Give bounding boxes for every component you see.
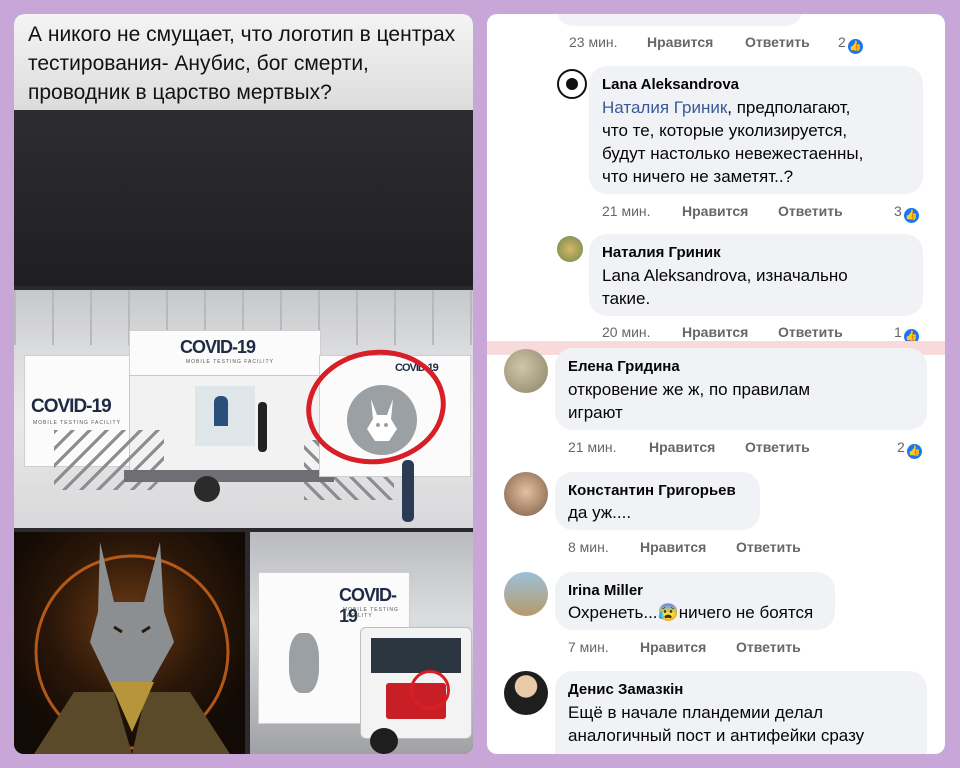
testing-facility-photo: COVID-19 MOBILE TESTING FACILITY COVID-1…	[14, 290, 473, 528]
comment-bubble: Денис Замазкін Ещё в начале пландемии де…	[555, 671, 927, 754]
worker-figure	[214, 396, 228, 426]
truck-windshield	[371, 638, 461, 673]
comment-time: 21 мин.	[602, 203, 651, 219]
comments-screenshot: 23 мин. Нравится Ответить 2 👍 Lana Aleksa…	[487, 14, 945, 754]
comment-author[interactable]: Елена Гридина	[568, 358, 680, 375]
like-link[interactable]: Нравится	[682, 203, 748, 219]
reply-link[interactable]: Ответить	[736, 539, 801, 555]
avatar[interactable]	[504, 472, 548, 516]
comment-line: откровение же ж, по правилам	[568, 380, 811, 399]
comment-line: будут настолько невежестаенны,	[602, 144, 864, 163]
like-link[interactable]: Нравится	[647, 34, 713, 50]
anxious-face-emoji-icon: 😰	[657, 603, 679, 622]
thumbs-up-icon: 👍	[903, 208, 919, 223]
reply-link[interactable]: Ответить	[736, 639, 801, 655]
meme-image: А никого не смущает, что логотип в центр…	[14, 14, 473, 754]
like-link[interactable]: Нравится	[682, 324, 748, 340]
person-figure	[258, 402, 267, 452]
comment-bubble: Irina Miller Охренеть...😰ничего не боятс…	[555, 572, 835, 630]
avatar[interactable]	[557, 236, 583, 262]
reaction-number: 3	[894, 203, 902, 219]
comment-meta-2: 20 мин.	[602, 324, 651, 340]
left-logo-sub: MOBILE TESTING FACILITY	[33, 420, 121, 426]
comment-meta-1: 21 мин.	[602, 203, 651, 219]
comment-text: Наталия Гриник, предполагают, что те, ко…	[602, 96, 917, 188]
truck-side-emblem	[289, 633, 319, 693]
caption-box: А никого не смущает, что логотип в центр…	[14, 14, 473, 110]
comment-text-end: ничего не боятся	[678, 603, 814, 622]
comment-bubble: Наталия Гриник Lana Aleksandrova, изнача…	[589, 234, 923, 316]
comment-meta-4: 8 мин.	[568, 539, 609, 555]
trailer-base	[124, 470, 334, 482]
comment-text-start: Охренеть...	[568, 603, 658, 622]
anubis-image	[14, 532, 245, 754]
truck-wheel	[370, 728, 398, 754]
reaction-number: 2	[838, 34, 846, 50]
like-link[interactable]: Нравится	[640, 639, 706, 655]
reply-link[interactable]: Ответить	[778, 203, 843, 219]
thumbs-up-icon: 👍	[906, 444, 922, 459]
comment-text: да уж....	[568, 503, 632, 522]
comment-text: откровение же ж, по правилам играют	[568, 378, 918, 424]
comment-text: Lana Aleksandrova, изначально такие.	[602, 264, 917, 310]
reply-link[interactable]: Ответить	[745, 439, 810, 455]
comment-line: что те, которые уколизируется,	[602, 121, 848, 140]
avatar[interactable]	[504, 671, 548, 715]
trailer-top-sign: COVID-19 MOBILE TESTING FACILITY	[129, 330, 321, 377]
trailer-logo-sub: MOBILE TESTING FACILITY	[186, 359, 274, 365]
comment-bubble: Lana Aleksandrova Наталия Гриник, предпо…	[589, 66, 923, 194]
comment-line: что ничего не заметят..?	[602, 167, 794, 186]
avatar-inner	[566, 78, 578, 90]
comment-bubble-partial	[557, 14, 802, 26]
truck-logo-sub: MOBILE TESTING FACILITY	[343, 607, 399, 619]
mobile-testing-truck-image: COVID-19 MOBILE TESTING FACILITY	[250, 532, 473, 754]
reaction-count: 2 👍	[838, 34, 863, 54]
comment-author[interactable]: Денис Замазкін	[568, 681, 683, 698]
meme-caption: А никого не смущает, что логотип в центр…	[28, 23, 456, 104]
comment-text: Ещё в начале пландемии делал аналогичный…	[568, 701, 923, 747]
comment-bubble: Елена Гридина откровение же ж, по правил…	[555, 348, 927, 430]
comment-time: 20 мин.	[602, 324, 651, 340]
thumbs-up-icon: 👍	[847, 39, 863, 54]
avatar[interactable]	[557, 69, 587, 99]
truck-logo: COVID-19	[339, 585, 397, 626]
comment-time: 23 мин.	[569, 34, 618, 50]
comment-meta-5: 7 мин.	[568, 639, 609, 655]
truck-red-circle	[410, 670, 450, 710]
like-link[interactable]: Нравится	[649, 439, 715, 455]
comment-author[interactable]: Lana Aleksandrova	[602, 76, 739, 93]
anubis-figure-icon	[34, 542, 230, 754]
reaction-number: 2	[897, 439, 905, 455]
dark-background	[14, 110, 473, 286]
comment-line: Ещё в начале пландемии делал	[568, 703, 823, 722]
comment-author[interactable]: Наталия Гриник	[602, 244, 721, 261]
comment-time: 7 мин.	[568, 639, 609, 655]
comment-time: 8 мин.	[568, 539, 609, 555]
comment-author[interactable]: Константин Григорьев	[568, 482, 736, 499]
comment-meta-3: 21 мин.	[568, 439, 617, 455]
trailer-logo: COVID-19	[180, 337, 256, 357]
reaction-count: 3 👍	[894, 203, 919, 223]
mention-link[interactable]: Наталия Гриник	[602, 98, 727, 117]
comment-bubble: Константин Григорьев да уж....	[555, 472, 760, 530]
like-link[interactable]: Нравится	[640, 539, 706, 555]
comment-line: такие.	[602, 289, 651, 308]
comment-line: аналогичный пост и антифейки сразу	[568, 726, 865, 745]
reaction-count: 2 👍	[897, 439, 922, 459]
reaction-number: 1	[894, 324, 902, 340]
trailer-wheel	[194, 476, 220, 502]
avatar[interactable]	[504, 572, 548, 616]
comment-line: , предполагают,	[727, 98, 851, 117]
comment-line: играют	[568, 403, 623, 422]
reply-link[interactable]: Ответить	[745, 34, 810, 50]
comment-time: 21 мин.	[568, 439, 617, 455]
avatar[interactable]	[504, 349, 548, 393]
left-logo: COVID-19	[31, 396, 112, 417]
standing-person	[402, 460, 414, 522]
comment-meta-0: 23 мин.	[569, 34, 618, 50]
comment-text: Охренеть...😰ничего не боятся	[568, 601, 813, 624]
comment-line: Lana Aleksandrova, изначально	[602, 266, 848, 285]
comment-author[interactable]: Irina Miller	[568, 582, 643, 599]
reply-link[interactable]: Ответить	[778, 324, 843, 340]
